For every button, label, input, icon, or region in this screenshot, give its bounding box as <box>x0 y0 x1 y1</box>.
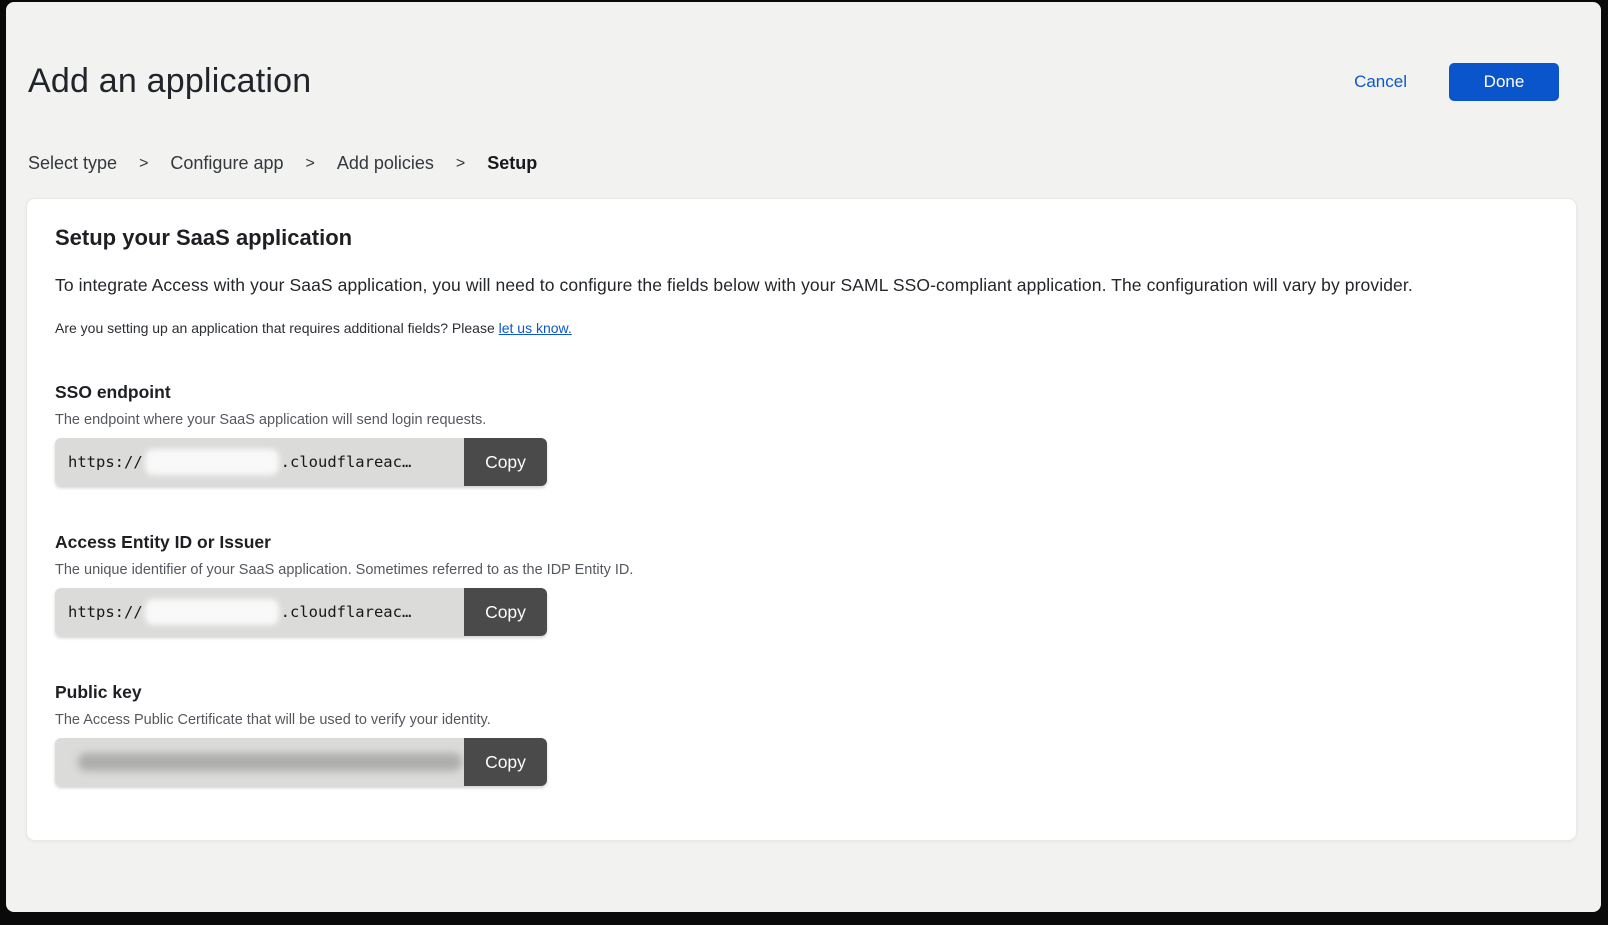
page-header: Add an application Cancel Done <box>6 2 1601 101</box>
page-title: Add an application <box>28 62 311 101</box>
breadcrumb-separator: > <box>306 155 315 173</box>
app-window: Add an application Cancel Done Select ty… <box>6 2 1601 912</box>
entity-id-description: The unique identifier of your SaaS appli… <box>55 562 1548 578</box>
public-key-field-row: Copy <box>55 738 547 786</box>
entity-id-field-row: https:// .cloudflareac… Copy <box>55 588 547 636</box>
breadcrumb-step-add-policies[interactable]: Add policies <box>337 153 434 174</box>
entity-id-value-suffix: .cloudflareac… <box>281 603 412 621</box>
public-key-value <box>55 738 464 786</box>
sso-endpoint-label: SSO endpoint <box>55 382 1548 403</box>
entity-id-value-prefix: https:// <box>68 603 143 621</box>
let-us-know-link[interactable]: let us know. <box>499 320 572 336</box>
card-note-text: Are you setting up an application that r… <box>55 320 499 336</box>
sso-endpoint-section: SSO endpoint The endpoint where your Saa… <box>55 382 1548 486</box>
redacted-blur <box>145 449 279 475</box>
breadcrumb: Select type > Configure app > Add polici… <box>6 153 1601 174</box>
public-key-copy-button[interactable]: Copy <box>464 738 547 786</box>
sso-endpoint-value-prefix: https:// <box>68 453 143 471</box>
redacted-blur <box>145 599 279 625</box>
entity-id-value: https:// .cloudflareac… <box>55 588 464 636</box>
breadcrumb-step-configure-app[interactable]: Configure app <box>170 153 283 174</box>
entity-id-copy-button[interactable]: Copy <box>464 588 547 636</box>
sso-endpoint-copy-button[interactable]: Copy <box>464 438 547 486</box>
public-key-description: The Access Public Certificate that will … <box>55 712 1548 728</box>
entity-id-section: Access Entity ID or Issuer The unique id… <box>55 532 1548 636</box>
card-title: Setup your SaaS application <box>55 225 1548 251</box>
done-button[interactable]: Done <box>1449 63 1559 101</box>
sso-endpoint-description: The endpoint where your SaaS application… <box>55 412 1548 428</box>
public-key-label: Public key <box>55 682 1548 703</box>
sso-endpoint-value-suffix: .cloudflareac… <box>281 453 412 471</box>
redacted-blur <box>78 753 462 771</box>
setup-card: Setup your SaaS application To integrate… <box>26 198 1577 841</box>
sso-endpoint-value: https:// .cloudflareac… <box>55 438 464 486</box>
breadcrumb-step-setup: Setup <box>487 153 537 174</box>
card-note: Are you setting up an application that r… <box>55 320 1548 336</box>
breadcrumb-separator: > <box>139 155 148 173</box>
cancel-button[interactable]: Cancel <box>1354 72 1407 92</box>
header-actions: Cancel Done <box>1354 63 1559 101</box>
sso-endpoint-field-row: https:// .cloudflareac… Copy <box>55 438 547 486</box>
breadcrumb-step-select-type[interactable]: Select type <box>28 153 117 174</box>
breadcrumb-separator: > <box>456 155 465 173</box>
entity-id-label: Access Entity ID or Issuer <box>55 532 1548 553</box>
public-key-section: Public key The Access Public Certificate… <box>55 682 1548 786</box>
card-intro-text: To integrate Access with your SaaS appli… <box>55 275 1548 296</box>
